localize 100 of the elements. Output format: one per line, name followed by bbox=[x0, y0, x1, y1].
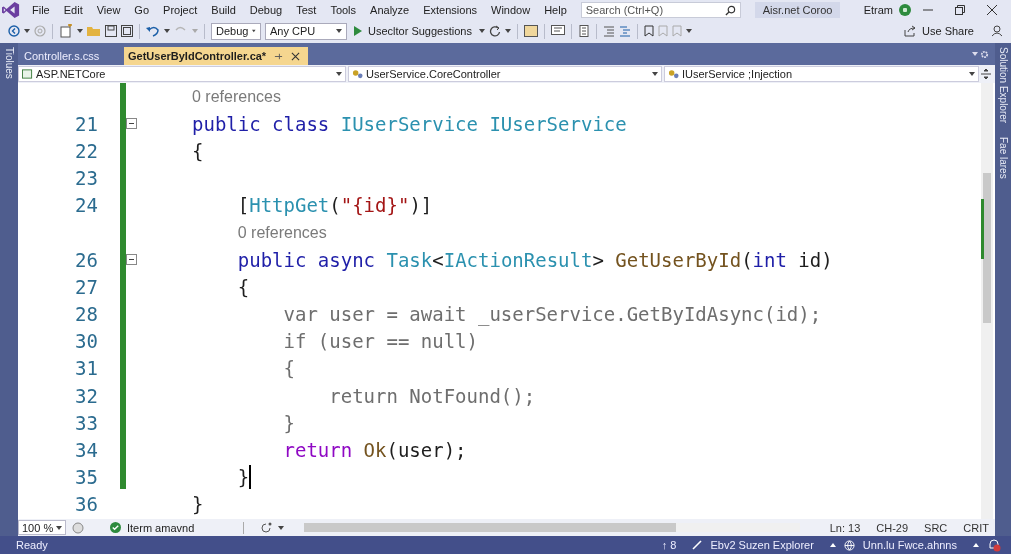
code-line: public async Task<IActionResult> GetUserById(int id) bbox=[236, 248, 833, 271]
menu-item[interactable]: Window bbox=[485, 2, 537, 17]
refactor-icon[interactable] bbox=[260, 521, 272, 534]
search-field[interactable]: Search (Ctrl+Q) bbox=[580, 1, 741, 18]
code-line: return Ok(user); bbox=[282, 439, 467, 462]
encoding-indicator[interactable]: SRC bbox=[924, 521, 948, 534]
repository-status[interactable]: Ebv2 Suzen Explorer bbox=[710, 539, 814, 551]
caret-icon[interactable] bbox=[478, 29, 485, 33]
caret-icon[interactable] bbox=[77, 29, 83, 33]
bookmark-icon[interactable] bbox=[643, 25, 654, 37]
line-number: 34 bbox=[74, 439, 98, 462]
caret-icon[interactable] bbox=[504, 29, 511, 33]
restore-icon bbox=[955, 4, 965, 15]
toolbox-tab[interactable]: Tiolues bbox=[3, 47, 15, 79]
refresh-icon[interactable] bbox=[488, 25, 501, 37]
code-line: { bbox=[191, 139, 204, 162]
code-line: return NotFound(); bbox=[328, 384, 536, 407]
undo-icon[interactable] bbox=[146, 25, 160, 37]
caret-icon[interactable] bbox=[685, 29, 692, 33]
references-link[interactable]: 0 references bbox=[237, 223, 327, 241]
line-number: 28 bbox=[74, 303, 98, 326]
document-tab[interactable]: Controller.s.css bbox=[20, 47, 122, 65]
side-panel-tab[interactable]: Fae lares bbox=[997, 137, 1009, 179]
menu-item[interactable]: Analyze bbox=[364, 2, 416, 17]
save-all-icon[interactable] bbox=[121, 25, 133, 37]
caret-icon bbox=[336, 29, 342, 33]
menu-item[interactable]: File bbox=[26, 2, 56, 17]
line-ending-indicator[interactable]: CRIT bbox=[963, 521, 989, 534]
check-icon bbox=[110, 522, 121, 533]
side-panel-tab[interactable]: Solution Explorer bbox=[997, 47, 1009, 124]
menu-item[interactable]: Test bbox=[290, 2, 323, 17]
references-link[interactable]: 0 references bbox=[192, 87, 281, 105]
save-icon[interactable] bbox=[105, 25, 117, 37]
line-number: 32 bbox=[74, 384, 98, 407]
line-number: 30 bbox=[74, 330, 98, 353]
status-text: Ready bbox=[16, 539, 48, 551]
horizontal-scrollbar[interactable] bbox=[304, 523, 800, 532]
line-indicator[interactable]: Ln: 13 bbox=[829, 521, 861, 534]
menu-item[interactable]: Debug bbox=[243, 2, 289, 17]
code-line: } bbox=[282, 411, 295, 434]
column-indicator[interactable]: CH-29 bbox=[876, 521, 909, 534]
settings-icon[interactable] bbox=[980, 49, 989, 59]
menu-item[interactable]: View bbox=[90, 2, 127, 17]
avatar-icon[interactable] bbox=[899, 3, 911, 16]
menu-item[interactable]: Go bbox=[128, 2, 156, 17]
code-line: var user = await _userService.GetByIdAsync(id); bbox=[282, 303, 822, 326]
solution-name: Aisr.net Coroo bbox=[754, 1, 841, 18]
caret-icon[interactable] bbox=[829, 543, 836, 547]
screen-icon[interactable] bbox=[550, 25, 565, 37]
class-icon bbox=[668, 69, 679, 79]
class-icon bbox=[352, 69, 363, 79]
close-icon[interactable] bbox=[291, 51, 301, 61]
menu-item[interactable]: Project bbox=[157, 2, 204, 17]
window-icon[interactable] bbox=[523, 25, 538, 37]
logo-icon bbox=[2, 0, 20, 19]
code-line: if (user == null) bbox=[282, 330, 478, 353]
close-icon bbox=[987, 4, 997, 15]
push-count[interactable]: ↑ 8 bbox=[661, 539, 677, 551]
menu-item[interactable]: Tools bbox=[324, 2, 363, 17]
collapse-icon[interactable] bbox=[126, 254, 137, 266]
split-icon[interactable] bbox=[981, 69, 991, 79]
run-button[interactable]: Usecltor Suggestions bbox=[351, 24, 475, 38]
line-number: 21 bbox=[74, 112, 98, 135]
menu-item[interactable]: Build bbox=[205, 2, 242, 17]
caret-icon[interactable] bbox=[973, 543, 979, 547]
back-icon[interactable] bbox=[8, 25, 20, 37]
share-icon bbox=[904, 25, 916, 37]
code-line: { bbox=[236, 275, 250, 298]
issues-status[interactable]: Iterm amavnd bbox=[127, 521, 237, 534]
zoom-dropdown[interactable]: 100 % bbox=[18, 520, 66, 535]
collapse-icon[interactable] bbox=[126, 118, 137, 130]
caret-icon bbox=[652, 72, 658, 76]
menu-item[interactable]: Extensions bbox=[417, 2, 483, 17]
menu-item[interactable]: Edit bbox=[57, 2, 89, 17]
branch-status[interactable]: Unn.lu Fwce.ahnns bbox=[862, 539, 957, 551]
caret-icon[interactable] bbox=[278, 525, 284, 530]
pin-icon[interactable] bbox=[274, 51, 284, 61]
configuration-dropdown[interactable]: Debug bbox=[211, 22, 261, 40]
platform-dropdown[interactable]: Any CPU bbox=[265, 22, 347, 40]
caret-icon[interactable] bbox=[972, 52, 978, 56]
menu-item[interactable]: Help bbox=[538, 2, 573, 17]
notification-icon[interactable] bbox=[987, 538, 1001, 552]
feedback-icon[interactable] bbox=[991, 25, 1003, 37]
vertical-scrollbar[interactable] bbox=[981, 83, 993, 519]
navigation-dropdown[interactable]: IUserService ;Injection bbox=[664, 66, 979, 82]
caret-icon bbox=[969, 72, 975, 76]
line-number: 24 bbox=[74, 194, 98, 217]
user-name[interactable]: Etram bbox=[863, 3, 893, 16]
navigation-dropdown[interactable]: ASP.NETCore bbox=[18, 66, 346, 82]
line-number: 26 bbox=[74, 248, 98, 271]
share-button[interactable]: Use Share bbox=[901, 24, 977, 38]
pencil-icon bbox=[692, 540, 703, 550]
caret-icon[interactable] bbox=[164, 29, 170, 33]
project-icon bbox=[22, 69, 33, 79]
caret-icon[interactable] bbox=[24, 29, 30, 33]
code-line: public class IUserService IUserService bbox=[191, 112, 627, 135]
document-tab[interactable]: GetUserByIdController.ca* bbox=[124, 47, 309, 65]
navigation-dropdown[interactable]: UserService.CoreController bbox=[348, 66, 662, 82]
document-icon[interactable] bbox=[577, 25, 590, 37]
code-line: { bbox=[282, 357, 295, 380]
